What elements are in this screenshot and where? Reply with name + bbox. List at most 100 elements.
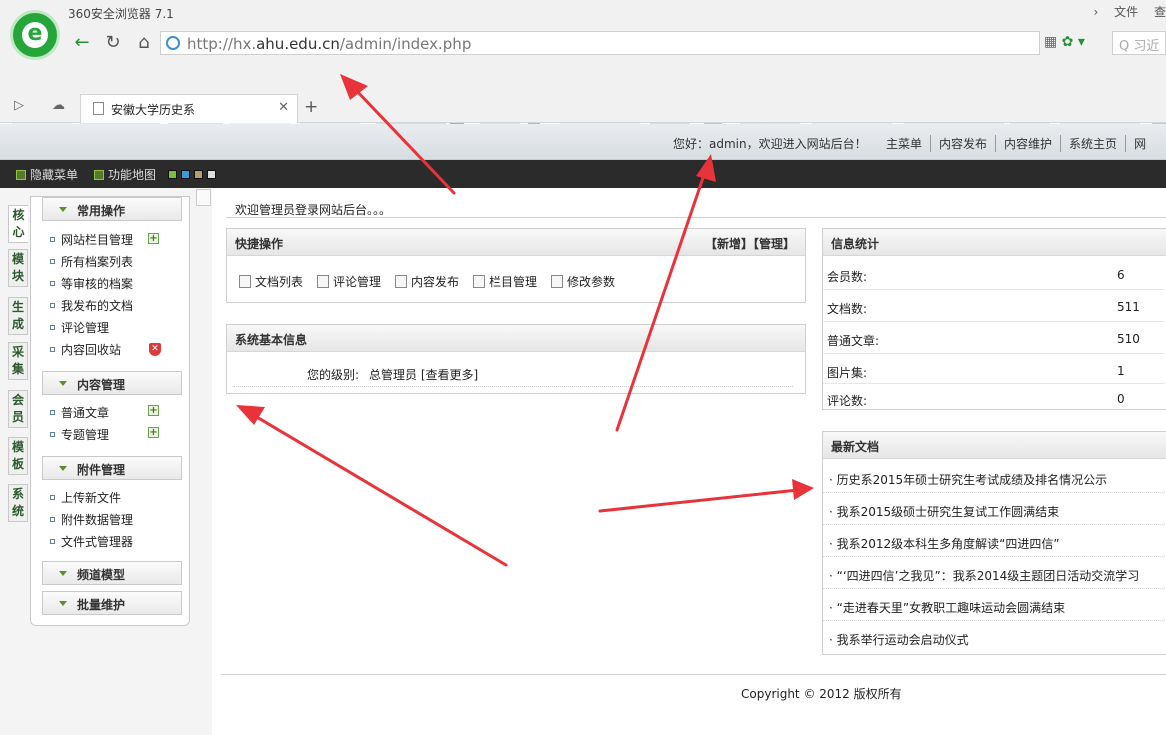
grid-icon <box>16 170 26 180</box>
side-tab-collect[interactable]: 采集 <box>8 342 28 380</box>
latest-doc-link[interactable]: · 我系2012级本科生多角度解读“四进四信” <box>829 535 1166 552</box>
skin-swatch-blue[interactable] <box>181 170 190 179</box>
arrow-to-sysinfo <box>248 411 508 567</box>
skin-swatch-green[interactable] <box>168 170 177 179</box>
function-map-button[interactable]: 功能地图 <box>94 166 156 183</box>
address-bar[interactable]: http://hx.ahu.edu.cn/admin/index.php <box>160 31 1040 55</box>
folder-icon <box>473 275 485 288</box>
nav-publish[interactable]: 内容发布 <box>930 135 995 152</box>
menu-item-file-manager[interactable]: 文件式管理器 <box>50 533 133 550</box>
browser-tab-active[interactable]: 安徽大学历史系 ✕ <box>80 94 298 123</box>
add-manage-links[interactable]: 【新增】【管理】 <box>705 235 795 252</box>
browser-logo: e <box>10 10 60 60</box>
hide-menu-button[interactable]: 隐藏菜单 <box>16 166 78 183</box>
quick-ops-panel: 快捷操作 【新增】【管理】 文档列表 评论管理 内容发布 栏目管理 修改参数 <box>226 228 806 303</box>
menu-item-all-archives[interactable]: 所有档案列表 <box>50 253 133 270</box>
add-icon[interactable]: + <box>148 427 159 438</box>
browser-search-box[interactable]: Q 习近 <box>1112 31 1166 55</box>
quick-link-comments[interactable]: 评论管理 <box>317 273 381 290</box>
quick-link-publish[interactable]: 内容发布 <box>395 273 459 290</box>
menu-item-recycle[interactable]: 内容回收站 <box>50 341 121 358</box>
side-tab-generate[interactable]: 生成 <box>8 297 28 335</box>
menu-item-topic[interactable]: 专题管理 <box>50 426 109 443</box>
stat-row: 图片集: 1 <box>827 364 1125 380</box>
menu-group-common[interactable]: 常用操作 <box>42 197 182 221</box>
panel-title: 快捷操作 【新增】【管理】 <box>227 229 805 256</box>
admin-header: 您好：admin，欢迎进入网站后台！ 主菜单 内容发布 内容维护 系统主页网 <box>0 124 1166 160</box>
back-icon[interactable]: ← <box>70 32 94 54</box>
menu-item-pending[interactable]: 等审核的档案 <box>50 275 133 292</box>
menu-item-upload[interactable]: 上传新文件 <box>50 489 121 506</box>
system-info-panel: 系统基本信息 您的级别: 总管理员 [查看更多] <box>226 324 806 394</box>
latest-doc-link[interactable]: · 历史系2015年硕士研究生考试成绩及排名情况公示 <box>829 471 1166 488</box>
panel-title: 系统基本信息 <box>227 325 805 352</box>
addr-tools-icons[interactable]: ▦ ✿ ▾ <box>1044 34 1085 50</box>
user-level-value[interactable]: 总管理员 [查看更多] <box>369 368 478 382</box>
expand-icon <box>59 381 67 386</box>
new-tab-button[interactable]: + <box>304 97 318 117</box>
nav-main-menu[interactable]: 主菜单 <box>878 135 930 152</box>
window-btn-file[interactable]: 文件 <box>1114 5 1138 19</box>
cloud-icon[interactable]: ☁ <box>52 98 65 113</box>
close-tab-icon[interactable]: ✕ <box>278 100 289 115</box>
menu-item-article[interactable]: 普通文章 <box>50 404 109 421</box>
grid-icon <box>94 170 104 180</box>
menu-group-channel[interactable]: 频道模型 <box>42 561 182 585</box>
side-tab-core[interactable]: 核心 <box>8 205 28 243</box>
delete-icon[interactable]: ✕ <box>149 343 161 356</box>
divider <box>823 620 1165 621</box>
window-btn-view[interactable]: 查 <box>1154 5 1166 19</box>
welcome-text: 您好：admin，欢迎进入网站后台！ <box>673 137 867 151</box>
nav-more[interactable]: 网 <box>1125 135 1154 152</box>
browser-chrome: e 360安全浏览器 7.1 › 文件 查 ← ↻ ⌂ http://hx.ah… <box>0 0 1166 144</box>
divider <box>823 588 1165 589</box>
side-tab-system[interactable]: 系统 <box>8 484 28 522</box>
quick-link-settings[interactable]: 修改参数 <box>551 273 615 290</box>
menu-group-content[interactable]: 内容管理 <box>42 371 182 395</box>
top-nav[interactable]: 主菜单 内容发布 内容维护 系统主页网 <box>878 135 1154 152</box>
divider <box>226 217 1166 218</box>
nav-site-home[interactable]: 系统主页 <box>1060 135 1125 152</box>
menu-item-comments[interactable]: 评论管理 <box>50 319 109 336</box>
quick-link-columns[interactable]: 栏目管理 <box>473 273 537 290</box>
splitter-handle[interactable] <box>196 189 211 206</box>
quick-link-doc-list[interactable]: 文档列表 <box>239 273 303 290</box>
stat-row: 文档数: 511 <box>827 300 1140 316</box>
home-icon[interactable]: ⌂ <box>132 32 156 54</box>
stat-row: 普通文章: 510 <box>827 332 1140 348</box>
add-icon[interactable]: + <box>148 405 159 416</box>
sidebar-toggle-icon[interactable]: ▷ <box>14 98 24 113</box>
footer-copyright: Copyright © 2012 版权所有 <box>741 687 902 701</box>
side-tab-member[interactable]: 会员 <box>8 390 28 428</box>
panel-title: 最新文档 <box>823 432 1166 459</box>
skin-swatch-gray[interactable] <box>207 170 216 179</box>
latest-doc-link[interactable]: · 我系举行运动会启动仪式 <box>829 631 1166 648</box>
latest-doc-link[interactable]: · 我系2015级硕士研究生复试工作圆满结束 <box>829 503 1166 520</box>
reload-icon[interactable]: ↻ <box>101 32 125 54</box>
menu-item-attachment-data[interactable]: 附件数据管理 <box>50 511 133 528</box>
divider <box>233 386 793 387</box>
side-tab-template[interactable]: 模板 <box>8 437 28 475</box>
document-icon <box>239 275 251 288</box>
screenshot-root: e 360安全浏览器 7.1 › 文件 查 ← ↻ ⌂ http://hx.ah… <box>0 0 1166 735</box>
side-tab-module[interactable]: 模块 <box>8 249 28 287</box>
menu-group-batch[interactable]: 批量维护 <box>42 591 182 615</box>
menu-splitter[interactable] <box>195 188 212 735</box>
arrowhead <box>236 405 265 425</box>
latest-doc-link[interactable]: · “走进春天里”女教职工趣味运动会圆满结束 <box>829 599 1166 616</box>
divider <box>823 383 1165 384</box>
skin-swatch-brown[interactable] <box>194 170 203 179</box>
nav-maintain[interactable]: 内容维护 <box>995 135 1060 152</box>
url-text[interactable]: http://hx.ahu.edu.cn/admin/index.php <box>187 35 471 53</box>
globe-icon <box>166 36 180 50</box>
add-icon[interactable]: + <box>148 233 159 244</box>
menu-panel: 常用操作 网站栏目管理 + 所有档案列表 等审核的档案 我发布的文档 评论管理 … <box>30 196 190 626</box>
bookmarks-bar[interactable] <box>0 60 1166 144</box>
menu-group-attachment[interactable]: 附件管理 <box>42 456 182 480</box>
divider <box>823 524 1165 525</box>
latest-doc-link[interactable]: · “‘四进四信’之我见”：我系2014级主题团日活动交流学习 <box>829 567 1166 584</box>
menu-item-column-manage[interactable]: 网站栏目管理 <box>50 231 133 248</box>
window-buttons[interactable]: › 文件 查 <box>1082 3 1166 20</box>
menu-item-my-docs[interactable]: 我发布的文档 <box>50 297 133 314</box>
window-btn-arrow[interactable]: › <box>1094 5 1099 19</box>
